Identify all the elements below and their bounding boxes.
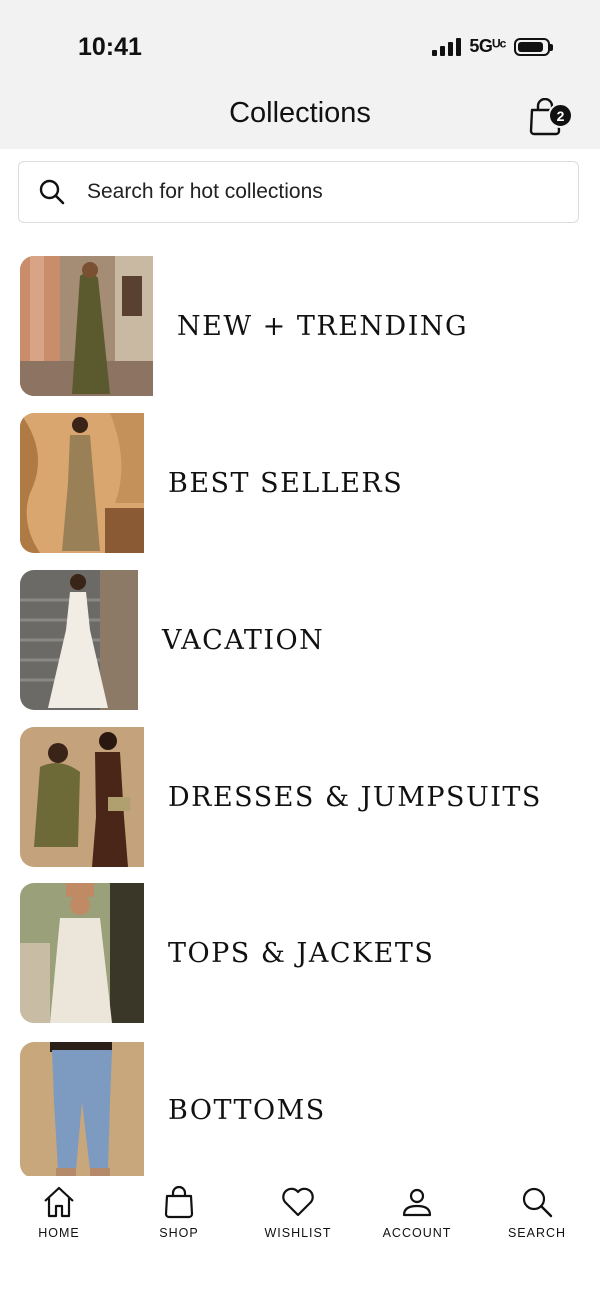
signal-icon xyxy=(432,37,462,56)
tab-wishlist[interactable]: WISHLIST xyxy=(243,1184,353,1240)
page-title: Collections xyxy=(229,97,371,129)
collection-label: BOTTOMS xyxy=(168,1094,326,1126)
collection-label: VACATION xyxy=(162,624,325,656)
search-icon xyxy=(39,179,65,205)
battery-icon xyxy=(514,37,553,56)
tab-label: ACCOUNT xyxy=(382,1226,452,1240)
person-icon xyxy=(402,1188,432,1217)
home-icon xyxy=(44,1186,74,1218)
collection-label: DRESSES & JUMPSUITS xyxy=(168,781,542,813)
collection-bottoms[interactable]: BOTTOMS xyxy=(20,1040,580,1180)
collection-image xyxy=(20,256,153,396)
collection-image xyxy=(20,413,144,553)
collection-vacation[interactable]: VACATION xyxy=(20,570,580,710)
bag-icon xyxy=(164,1185,194,1219)
cart-button[interactable]: 2 xyxy=(528,98,576,138)
collection-image xyxy=(20,1042,144,1178)
collection-image xyxy=(20,883,144,1023)
tab-label: SEARCH xyxy=(507,1226,567,1240)
collection-label: NEW + TRENDING xyxy=(177,310,469,342)
status-indicators: 5Gᵁᶜ xyxy=(432,36,553,57)
battery-fill xyxy=(518,41,543,52)
tab-account[interactable]: ACCOUNT xyxy=(362,1184,472,1240)
cart-count-badge: 2 xyxy=(548,103,573,128)
tab-label: SHOP xyxy=(159,1226,199,1240)
status-time: 10:41 xyxy=(78,33,142,61)
tab-home[interactable]: HOME xyxy=(4,1184,114,1240)
collection-tops-jackets[interactable]: TOPS & JACKETS xyxy=(20,883,580,1023)
tab-search[interactable]: SEARCH xyxy=(482,1184,592,1240)
search-bar[interactable] xyxy=(18,161,579,223)
collection-dresses-jumpsuits[interactable]: DRESSES & JUMPSUITS xyxy=(20,727,580,867)
collection-best-sellers[interactable]: BEST SELLERS xyxy=(20,413,580,553)
search-icon xyxy=(522,1187,553,1218)
collection-image xyxy=(20,727,144,867)
collection-new-trending[interactable]: NEW + TRENDING xyxy=(20,256,580,396)
search-input[interactable] xyxy=(85,179,549,205)
network-label: 5Gᵁᶜ xyxy=(469,36,506,56)
bottom-tab-bar: HOME SHOP WISHLIST ACCOUNT SEARCH xyxy=(0,1176,600,1299)
tab-label: HOME xyxy=(38,1226,80,1240)
collection-label: TOPS & JACKETS xyxy=(168,937,435,969)
tab-label: WISHLIST xyxy=(264,1226,332,1240)
heart-icon xyxy=(282,1187,314,1217)
collection-image xyxy=(20,570,138,710)
collection-label: BEST SELLERS xyxy=(168,467,404,499)
tab-shop[interactable]: SHOP xyxy=(124,1184,234,1240)
